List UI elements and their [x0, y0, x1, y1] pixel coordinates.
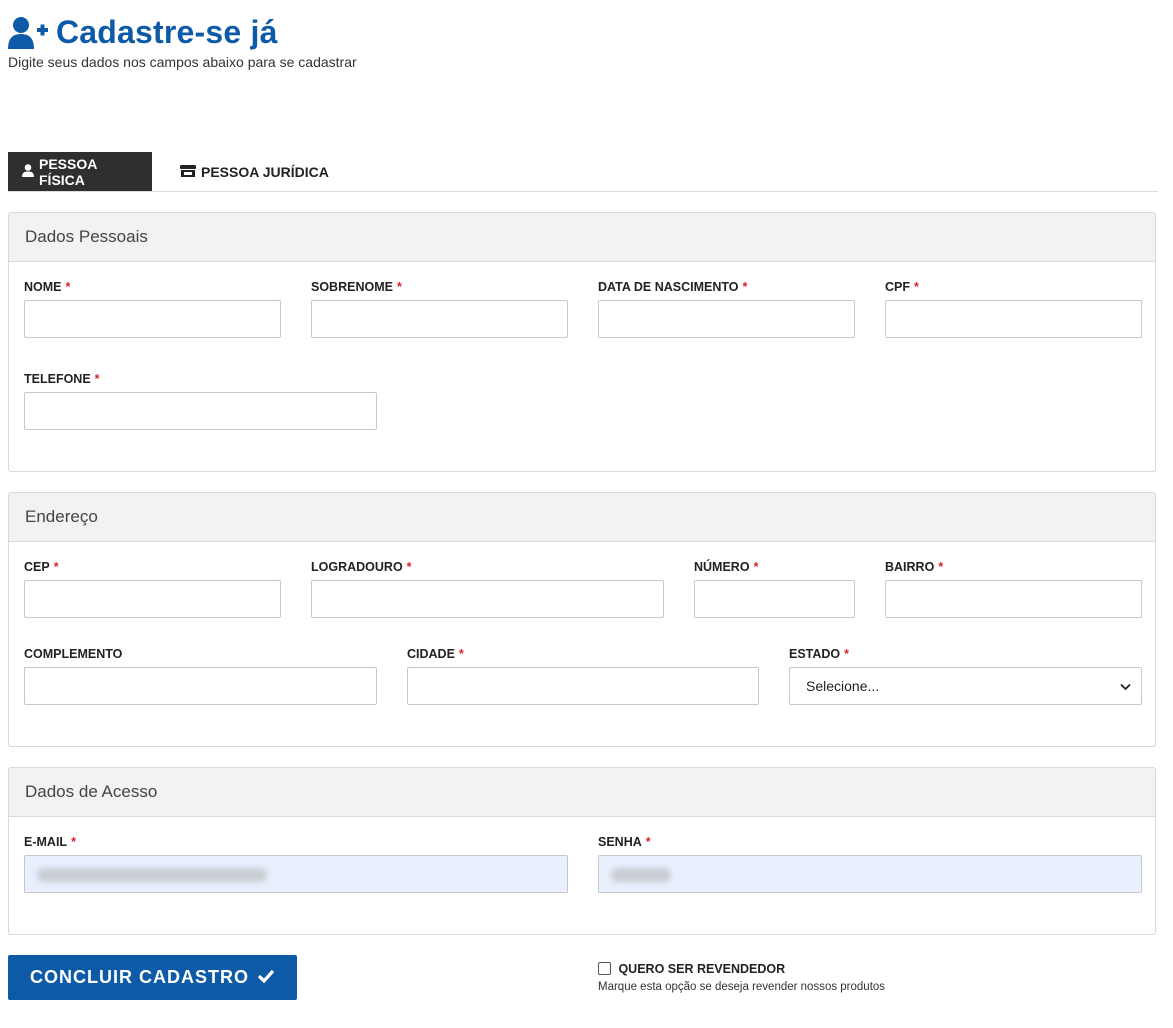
- address-panel: Endereço CEP * LOGRADOURO * NÚMERO * BAIRRO…: [8, 492, 1156, 747]
- store-icon: [180, 164, 201, 180]
- complemento-input[interactable]: [24, 667, 377, 705]
- personal-data-panel: Dados Pessoais NOME * SOBRENOME * DATA DE …: [8, 212, 1156, 472]
- page-subtitle: Digite seus dados nos campos abaixo para…: [8, 54, 357, 70]
- cpf-label: CPF *: [885, 280, 919, 294]
- logradouro-label: LOGRADOURO *: [311, 560, 412, 574]
- data-nascimento-field: DATA DE NASCIMENTO *: [598, 280, 855, 338]
- tab-label: PESSOA FÍSICA: [39, 155, 97, 188]
- estado-field: ESTADO * Selecione...: [789, 647, 1142, 705]
- submit-label: CONCLUIR CADASTRO: [30, 967, 249, 987]
- sobrenome-input[interactable]: [311, 300, 568, 338]
- senha-input[interactable]: [598, 855, 1142, 893]
- redacted-password: [611, 868, 671, 882]
- submit-button[interactable]: CONCLUIR CADASTRO: [8, 955, 297, 1000]
- email-input[interactable]: [24, 855, 568, 893]
- senha-field: SENHA *: [598, 835, 1142, 893]
- telefone-label: TELEFONE *: [24, 372, 100, 386]
- telefone-input[interactable]: [24, 392, 377, 430]
- tab-label: PESSOA JURÍDICA: [201, 163, 329, 180]
- data-nascimento-input[interactable]: [598, 300, 855, 338]
- cpf-field: CPF *: [885, 280, 1142, 338]
- access-panel: Dados de Acesso E-MAIL * SENHA *: [8, 767, 1156, 935]
- cidade-label: CIDADE *: [407, 647, 464, 661]
- cidade-field: CIDADE *: [407, 647, 759, 705]
- email-field: E-MAIL *: [24, 835, 568, 893]
- nome-input[interactable]: [24, 300, 281, 338]
- complemento-label: COMPLEMENTO: [24, 647, 123, 661]
- cep-field: CEP *: [24, 560, 281, 618]
- estado-select[interactable]: Selecione...: [789, 667, 1142, 705]
- numero-field: NÚMERO *: [694, 560, 855, 618]
- user-icon: [22, 163, 39, 180]
- reseller-option: QUERO SER REVENDEDOR Marque esta opção s…: [598, 960, 885, 993]
- check-icon: [249, 967, 275, 988]
- cep-label: CEP *: [24, 560, 59, 574]
- user-plus-icon: [8, 16, 48, 50]
- estado-label: ESTADO *: [789, 647, 850, 661]
- data-nascimento-label: DATA DE NASCIMENTO *: [598, 280, 748, 294]
- tab-pessoa-juridica[interactable]: PESSOA JURÍDICA: [166, 152, 343, 191]
- sobrenome-field: SOBRENOME *: [311, 280, 568, 338]
- page-header: Cadastre-se já: [8, 14, 278, 51]
- bairro-label: BAIRRO *: [885, 560, 944, 574]
- nome-label: NOME *: [24, 280, 71, 294]
- bairro-field: BAIRRO *: [885, 560, 1142, 618]
- page-title: Cadastre-se já: [56, 14, 278, 50]
- logradouro-input[interactable]: [311, 580, 664, 618]
- chevron-down-icon: [1120, 678, 1131, 694]
- reseller-checkbox[interactable]: [598, 962, 611, 976]
- email-label: E-MAIL *: [24, 835, 76, 849]
- cpf-input[interactable]: [885, 300, 1142, 338]
- panel-title: Dados Pessoais: [9, 213, 1155, 262]
- bairro-input[interactable]: [885, 580, 1142, 618]
- senha-label: SENHA *: [598, 835, 651, 849]
- complemento-field: COMPLEMENTO: [24, 647, 377, 705]
- estado-selected-value: Selecione...: [806, 678, 880, 694]
- logradouro-field: LOGRADOURO *: [311, 560, 664, 618]
- reseller-help-text: Marque esta opção se deseja revender nos…: [598, 981, 886, 993]
- cidade-input[interactable]: [407, 667, 759, 705]
- numero-label: NÚMERO *: [694, 560, 759, 574]
- person-type-tabs: PESSOA FÍSICA PESSOA JURÍDICA: [8, 152, 1158, 192]
- panel-title: Endereço: [9, 493, 1155, 542]
- numero-input[interactable]: [694, 580, 855, 618]
- panel-title: Dados de Acesso: [9, 768, 1155, 817]
- telefone-field: TELEFONE *: [24, 372, 377, 430]
- tab-pessoa-fisica[interactable]: PESSOA FÍSICA: [8, 152, 152, 191]
- sobrenome-label: SOBRENOME *: [311, 280, 402, 294]
- nome-field: NOME *: [24, 280, 281, 338]
- reseller-label[interactable]: QUERO SER REVENDEDOR: [618, 962, 785, 976]
- cep-input[interactable]: [24, 580, 281, 618]
- redacted-email: [37, 868, 267, 882]
